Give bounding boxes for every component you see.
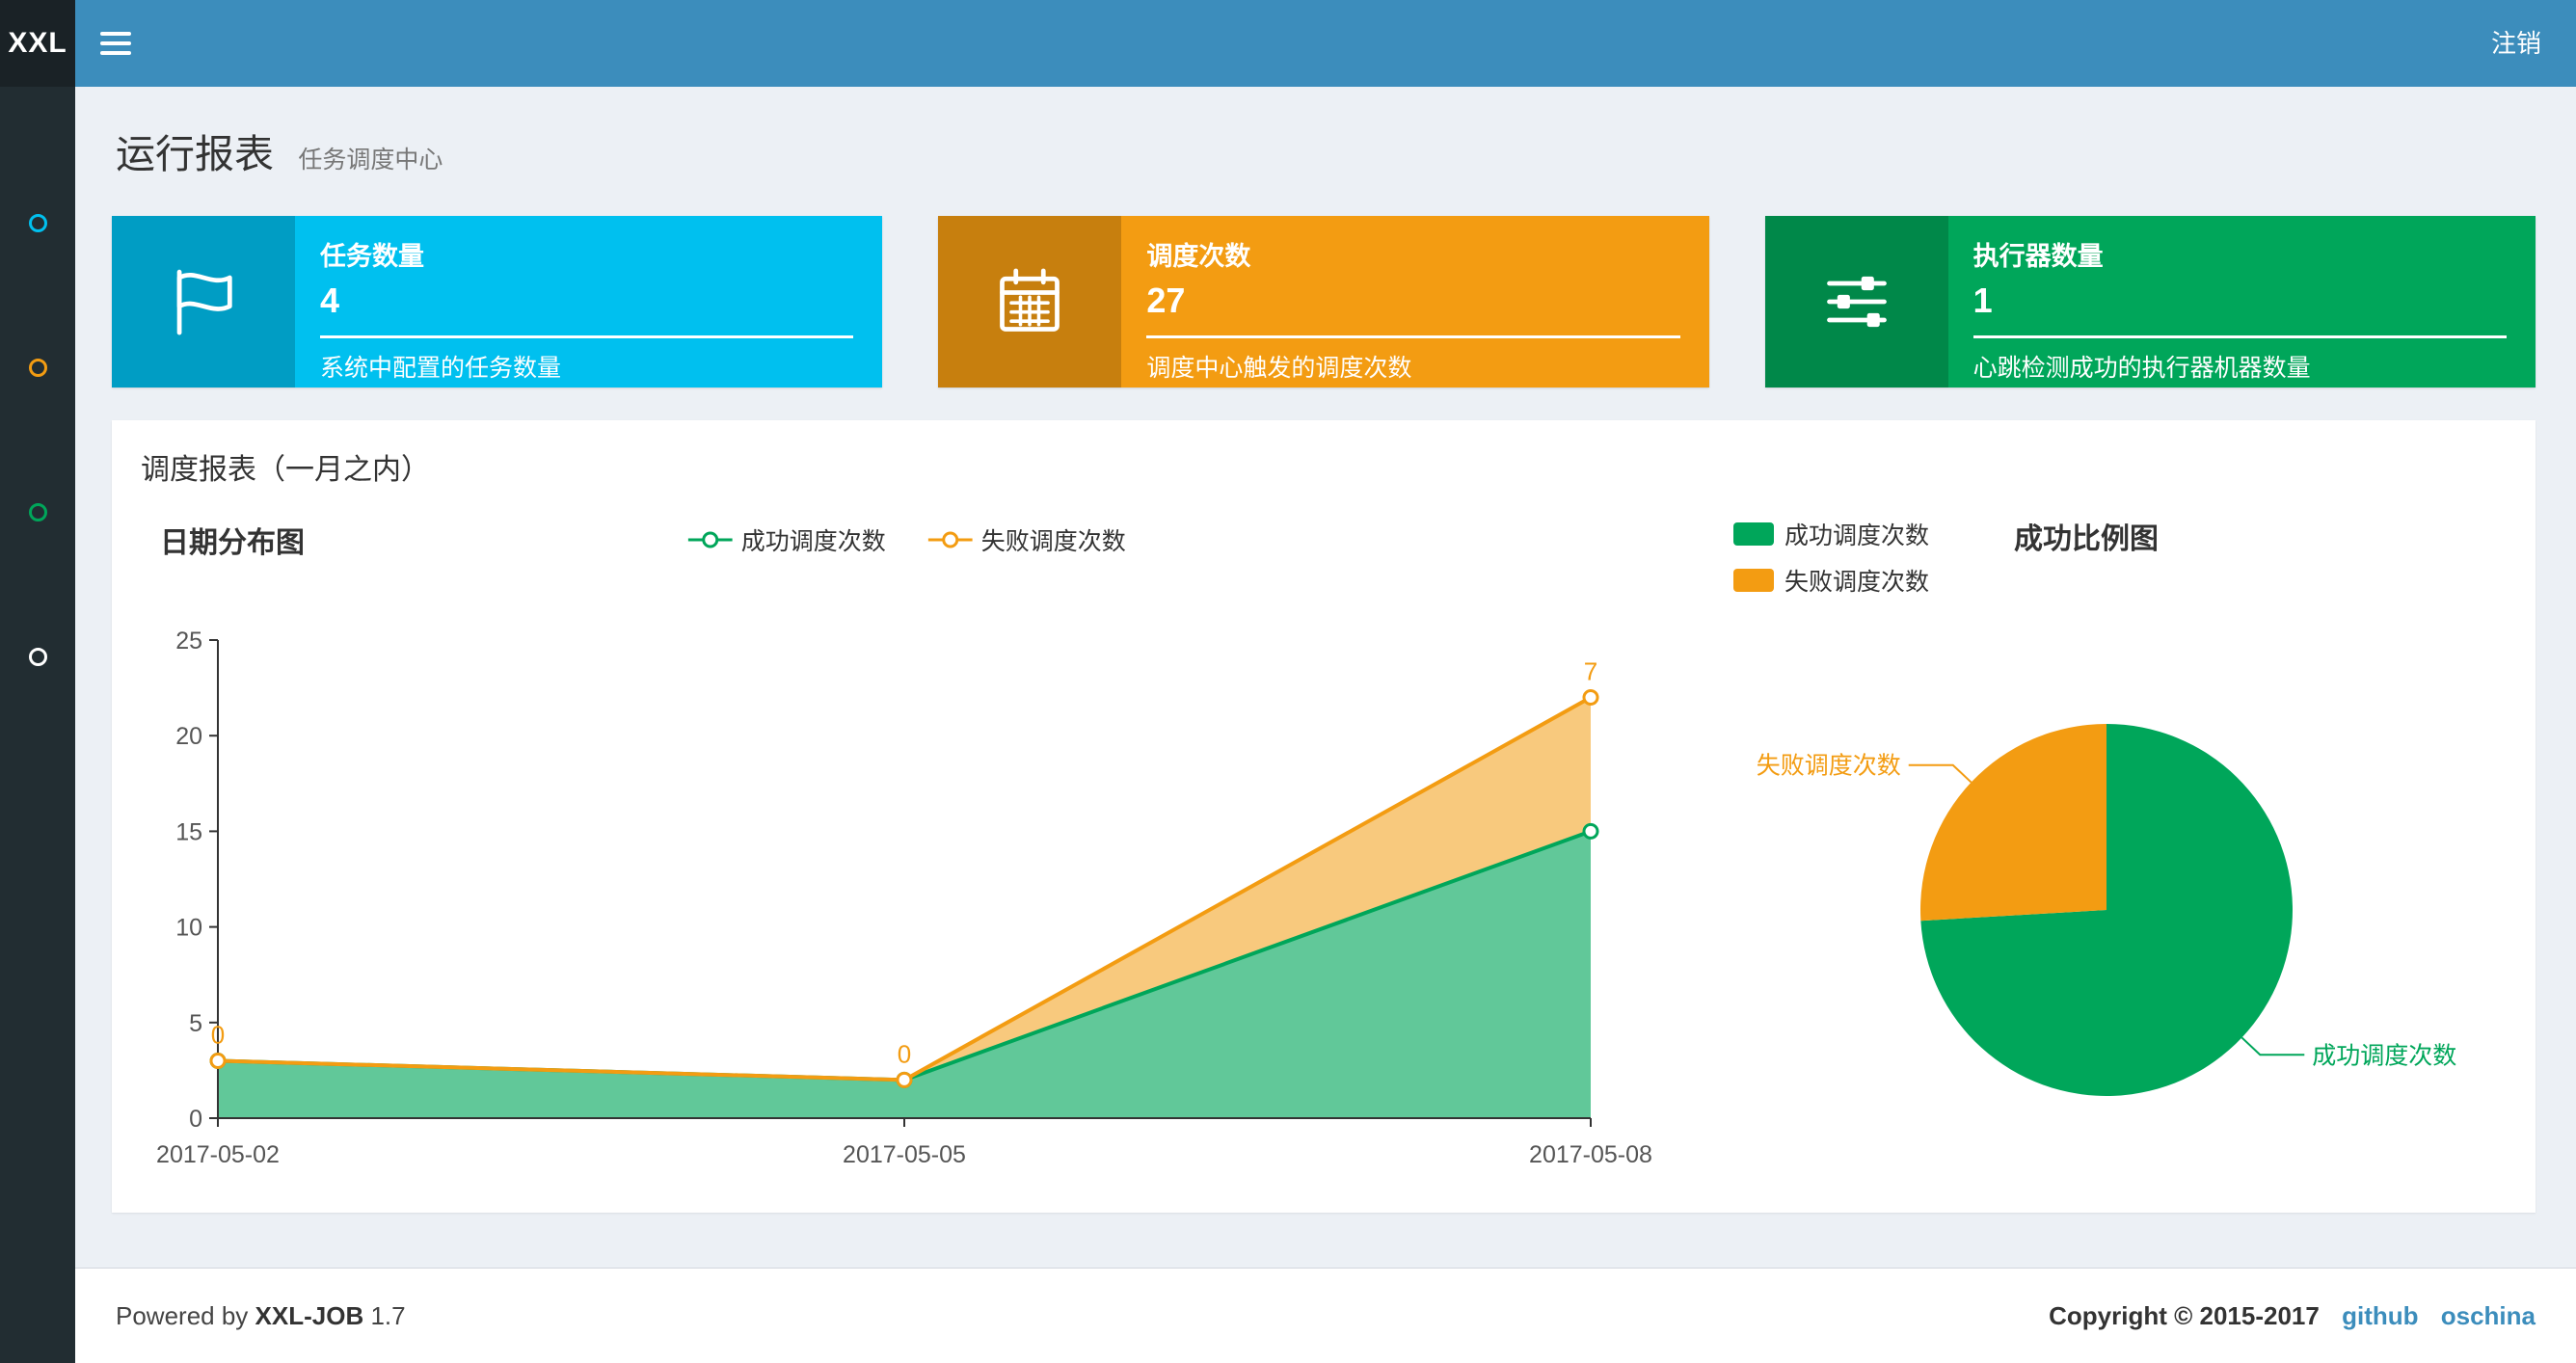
svg-text:2017-05-02: 2017-05-02 bbox=[156, 1141, 280, 1168]
progress-line bbox=[1146, 335, 1680, 338]
info-box-value: 27 bbox=[1146, 281, 1186, 320]
svg-text:成功调度次数: 成功调度次数 bbox=[2312, 1042, 2456, 1069]
success-ratio-pie-chart[interactable]: 成功调度次数 失败调度次数 bbox=[1726, 623, 2507, 1163]
sidebar-item-run-report[interactable] bbox=[0, 150, 75, 295]
page-title: 运行报表 任务调度中心 bbox=[116, 132, 443, 176]
svg-text:15: 15 bbox=[175, 818, 202, 845]
page-subtitle: 任务调度中心 bbox=[298, 147, 443, 174]
svg-text:7: 7 bbox=[1584, 657, 1597, 686]
svg-text:2017-05-05: 2017-05-05 bbox=[843, 1141, 966, 1168]
date-distribution-chart[interactable]: 05101520252017-05-02 2017-05-05 2017-05-08… bbox=[141, 596, 1664, 1174]
info-box-title: 任务数量 bbox=[320, 242, 424, 271]
sidebar-toggle-button[interactable] bbox=[75, 0, 156, 87]
info-box-title: 执行器数量 bbox=[1972, 242, 2104, 271]
legend-label: 失败调度次数 bbox=[1784, 569, 1930, 596]
date-distribution-chart-section: 日期分布图 成功调度次数 失败调度次数 0 5 10 15 20 25 2017-05-02 2… bbox=[141, 517, 1726, 1174]
navbar-main: 注销 bbox=[75, 0, 2576, 87]
copyright-text: Copyright © 2015-2017 bbox=[2049, 1300, 2320, 1330]
logout-link[interactable]: 注销 bbox=[2456, 0, 2576, 87]
report-panel: 调度报表（一月之内） 日期分布图 成功调度次数 失败调度次数 0 5 10 15 20 25… bbox=[112, 420, 2536, 1213]
content-header: 运行报表 任务调度中心 bbox=[112, 121, 2536, 179]
oschina-link[interactable]: oschina bbox=[2441, 1301, 2536, 1330]
github-link[interactable]: github bbox=[2342, 1301, 2418, 1330]
app-logo[interactable]: XXL bbox=[0, 0, 75, 87]
main-area: 运行报表 任务调度中心 任务数量 4 系统中配置的任务数量 调度次数 27 调度… bbox=[75, 0, 2576, 1363]
info-box-value: 1 bbox=[1972, 281, 1993, 320]
panel-title: 调度报表（一月之内） bbox=[141, 454, 430, 486]
sidebar bbox=[0, 87, 75, 1363]
progress-line bbox=[1972, 335, 2507, 338]
line-chart-title: 日期分布图 bbox=[160, 527, 305, 559]
svg-text:2017-05-08: 2017-05-08 bbox=[1529, 1141, 1652, 1168]
product-version: 1.7 bbox=[370, 1300, 406, 1330]
svg-text:10: 10 bbox=[175, 915, 202, 942]
line-marker-icon bbox=[927, 531, 973, 548]
legend-item-成功调度次数[interactable]: 成功调度次数 bbox=[1733, 517, 1929, 551]
info-box-desc: 系统中配置的任务数量 bbox=[320, 355, 562, 382]
pie-chart-title: 成功比例图 bbox=[2014, 523, 2160, 555]
svg-text:20: 20 bbox=[175, 723, 202, 750]
svg-text:失败调度次数: 失败调度次数 bbox=[1757, 753, 1901, 780]
line-chart-legend: 成功调度次数 失败调度次数 bbox=[687, 522, 1126, 557]
svg-text:0: 0 bbox=[211, 1020, 225, 1049]
powered-by: Powered by XXL-JOB 1.7 bbox=[116, 1300, 406, 1330]
legend-item-失败调度次数[interactable]: 失败调度次数 bbox=[1733, 563, 1929, 598]
sidebar-item-task-manage[interactable] bbox=[0, 295, 75, 440]
hamburger-icon bbox=[100, 32, 131, 36]
progress-line bbox=[320, 335, 854, 338]
legend-label: 成功调度次数 bbox=[740, 528, 886, 555]
pie-chart-legend: 成功调度次数 失败调度次数 bbox=[1733, 517, 1929, 598]
circle-icon bbox=[28, 647, 47, 666]
flag-icon bbox=[112, 216, 295, 388]
app-logo-text: XXL bbox=[8, 27, 67, 59]
info-box-task-count: 任务数量 4 系统中配置的任务数量 bbox=[112, 216, 883, 388]
sliders-icon bbox=[1764, 216, 1948, 388]
info-box-executor-count: 执行器数量 1 心跳检测成功的执行器机器数量 bbox=[1764, 216, 2536, 388]
svg-text:0: 0 bbox=[189, 1106, 202, 1133]
svg-text:5: 5 bbox=[189, 1010, 202, 1037]
info-box-row: 任务数量 4 系统中配置的任务数量 调度次数 27 调度中心触发的调度次数 执行… bbox=[112, 216, 2536, 388]
calendar-icon bbox=[938, 216, 1122, 388]
info-box-desc: 心跳检测成功的执行器机器数量 bbox=[1972, 355, 2311, 382]
sidebar-item-dispatch-log[interactable] bbox=[0, 440, 75, 584]
info-box-title: 调度次数 bbox=[1146, 242, 1251, 271]
legend-item-失败调度次数[interactable]: 失败调度次数 bbox=[927, 522, 1126, 557]
circle-icon bbox=[28, 213, 47, 232]
product-name: XXL-JOB bbox=[255, 1300, 364, 1330]
info-box-desc: 调度中心触发的调度次数 bbox=[1146, 355, 1412, 382]
info-box-trigger-count: 调度次数 27 调度中心触发的调度次数 bbox=[938, 216, 1709, 388]
circle-icon bbox=[28, 502, 47, 521]
success-ratio-chart-section: 成功调度次数 失败调度次数 成功比例图 成功调度次数 失败调度次数 bbox=[1726, 517, 2507, 1174]
legend-swatch-icon bbox=[1733, 522, 1774, 546]
footer-links: Copyright © 2015-2017 github oschina bbox=[2049, 1301, 2536, 1331]
circle-icon bbox=[28, 358, 47, 377]
top-navbar: XXL 注销 bbox=[0, 0, 2576, 87]
content: 运行报表 任务调度中心 任务数量 4 系统中配置的任务数量 调度次数 27 调度… bbox=[75, 87, 2576, 1268]
line-marker-icon bbox=[687, 531, 733, 548]
info-box-value: 4 bbox=[320, 281, 340, 320]
svg-text:25: 25 bbox=[175, 628, 202, 655]
page-footer: Powered by XXL-JOB 1.7 Copyright © 2015-… bbox=[75, 1268, 2576, 1363]
legend-swatch-icon bbox=[1733, 569, 1774, 592]
svg-text:0: 0 bbox=[898, 1039, 911, 1068]
legend-item-成功调度次数[interactable]: 成功调度次数 bbox=[687, 522, 886, 557]
legend-label: 成功调度次数 bbox=[1784, 522, 1930, 549]
sidebar-item-executor-manage[interactable] bbox=[0, 584, 75, 729]
legend-label: 失败调度次数 bbox=[980, 528, 1126, 555]
